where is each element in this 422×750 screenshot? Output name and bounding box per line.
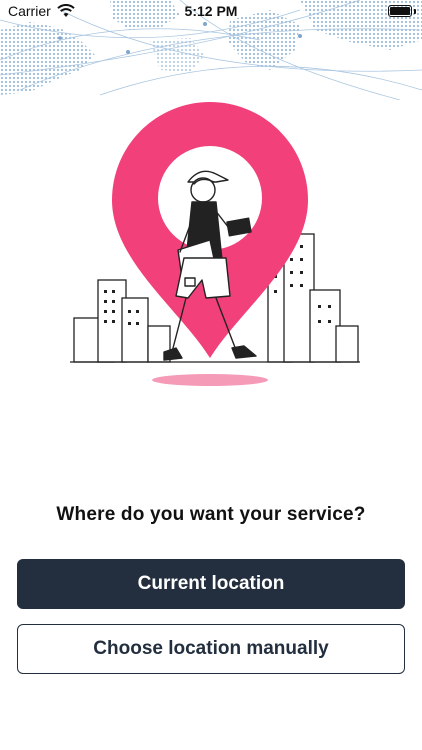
- battery-cap: [414, 9, 416, 14]
- choose-location-manually-button[interactable]: Choose location manually: [17, 624, 405, 674]
- service-location-question: Where do you want your service?: [56, 504, 366, 525]
- status-bar: Carrier 5:12 PM: [0, 0, 422, 24]
- battery-icon: [388, 5, 412, 17]
- current-location-button[interactable]: Current location: [17, 559, 405, 609]
- status-time: 5:12 PM: [184, 3, 238, 19]
- location-pin-illustration: [70, 102, 360, 386]
